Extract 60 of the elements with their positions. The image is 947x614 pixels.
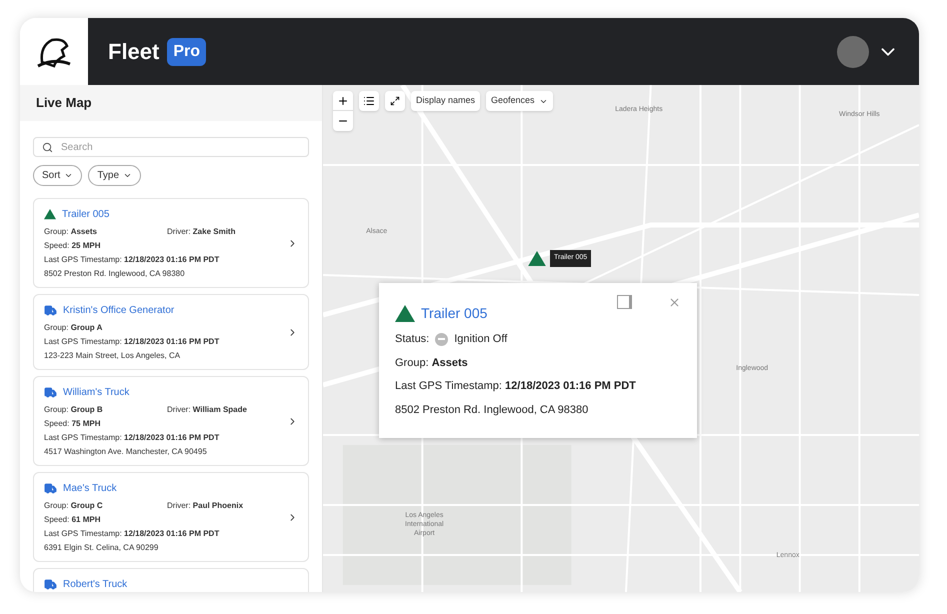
vehicle-detail: Group: Group B (44, 405, 103, 414)
vehicle-detail: 6391 Elgin St. Celina, CA 90299 (44, 543, 158, 552)
vehicle-detail: Speed: 61 MPH (44, 515, 100, 524)
vehicle-card[interactable]: Trailer 005 Group: Assets Driver: Zake Smith Speed: 25 MPH Last GPS Timestamp: 12/18/2023 01:16 PM PDT 8502 Preston Rd. Inglewood, CA 98380 (33, 198, 309, 288)
vehicle-name[interactable]: Robert's Truck (63, 577, 128, 592)
vehicle-detail: Group: Assets (44, 227, 97, 236)
truck-icon (44, 304, 57, 317)
truck-icon (44, 386, 57, 399)
search-field[interactable]: Search (33, 137, 309, 157)
vehicle-card[interactable]: Kristin's Office Generator Group: Group A Last GPS Timestamp: 12/18/2023 01:16 PM PDT 123-223 Main Street, Los Angeles, CA (33, 294, 309, 370)
vehicle-detail: Driver: Paul Phoenix (167, 501, 244, 510)
filter-dropdown[interactable]: Type (88, 165, 142, 186)
truck-icon (44, 482, 57, 495)
vehicle-name[interactable]: Trailer 005 (62, 207, 110, 222)
vehicle-detail: Group: Group C (44, 501, 103, 510)
panel-toggle-icon[interactable] (617, 295, 632, 309)
geofences-dropdown[interactable]: Geofences (486, 91, 553, 111)
plus-icon (337, 94, 349, 106)
vehicle-detail: Speed: 75 MPH (44, 419, 100, 428)
popup-detail: 8502 Preston Rd. Inglewood, CA 98380 (395, 402, 590, 418)
vehicle-card[interactable]: William's Truck Group: Group B Driver: William Spade Speed: 75 MPH Last GPS Timestamp: 12/18/2023 01:16 PM PDT 4517 Washington Ave. Manchester, CA 90495 (33, 376, 309, 466)
vehicle-detail: 8502 Preston Rd. Inglewood, CA 98380 (44, 269, 185, 278)
vehicle-detail: Last GPS Timestamp: 12/18/2023 01:16 PM PDT (44, 337, 220, 346)
vehicle-detail: Driver: Zake Smith (167, 227, 236, 236)
vehicle-detail: Last GPS Timestamp: 12/18/2023 01:16 PM PDT (44, 255, 220, 264)
vehicle-detail: Driver: William Spade (167, 405, 247, 414)
vehicle-detail: Last GPS Timestamp: 12/18/2023 01:16 PM PDT (44, 433, 220, 442)
popup-detail: Group: Assets (395, 356, 469, 370)
map-marker-icon (528, 250, 546, 266)
vehicle-detail: Group: Group A (44, 323, 102, 332)
truck-icon (44, 578, 57, 591)
filter-dropdown[interactable]: Sort (33, 165, 82, 186)
display-names-button[interactable]: Display names (411, 91, 480, 111)
popup-detail: Last GPS Timestamp: 12/18/2023 01:16 PM PDT (395, 379, 637, 394)
vehicle-detail: Last GPS Timestamp: 12/18/2023 01:16 PM PDT (44, 529, 220, 538)
caret-icon (64, 171, 74, 180)
vehicle-card[interactable]: Mae's Truck Group: Group C Driver: Paul Phoenix Speed: 61 MPH Last GPS Timestamp: 12/18/2023 01:16 PM PDT 6391 Elgin St. Celina, CA 90299 (33, 472, 309, 562)
close-icon[interactable] (668, 296, 681, 308)
vehicle-card[interactable]: Robert's Truck (33, 568, 309, 592)
status-off-icon (435, 332, 448, 346)
vehicle-name[interactable]: Mae's Truck (63, 481, 117, 496)
list-button[interactable] (359, 91, 379, 111)
triangle-icon (44, 209, 56, 220)
plan-badge: Pro (167, 38, 206, 66)
brand-name: Fleet (108, 38, 160, 66)
status-value: Ignition Off (454, 332, 508, 347)
expand-icon (390, 96, 400, 106)
popup-title: Trailer 005 (421, 304, 488, 323)
sidebar-title: Live Map (36, 94, 92, 112)
caret-icon (123, 171, 132, 180)
avatar[interactable] (837, 36, 869, 68)
fullscreen-button[interactable] (385, 91, 405, 111)
status-label: Status: (395, 332, 430, 347)
vehicle-detail: 4517 Washington Ave. Manchester, CA 90495 (44, 447, 207, 456)
triangle-icon (395, 305, 415, 322)
vehicle-detail: Speed: 25 MPH (44, 241, 100, 250)
vehicle-detail: 123-223 Main Street, Los Angeles, CA (44, 351, 180, 360)
vehicle-name[interactable]: Kristin's Office Generator (63, 303, 174, 318)
search-icon (42, 142, 53, 153)
vehicle-name[interactable]: William's Truck (63, 385, 130, 400)
